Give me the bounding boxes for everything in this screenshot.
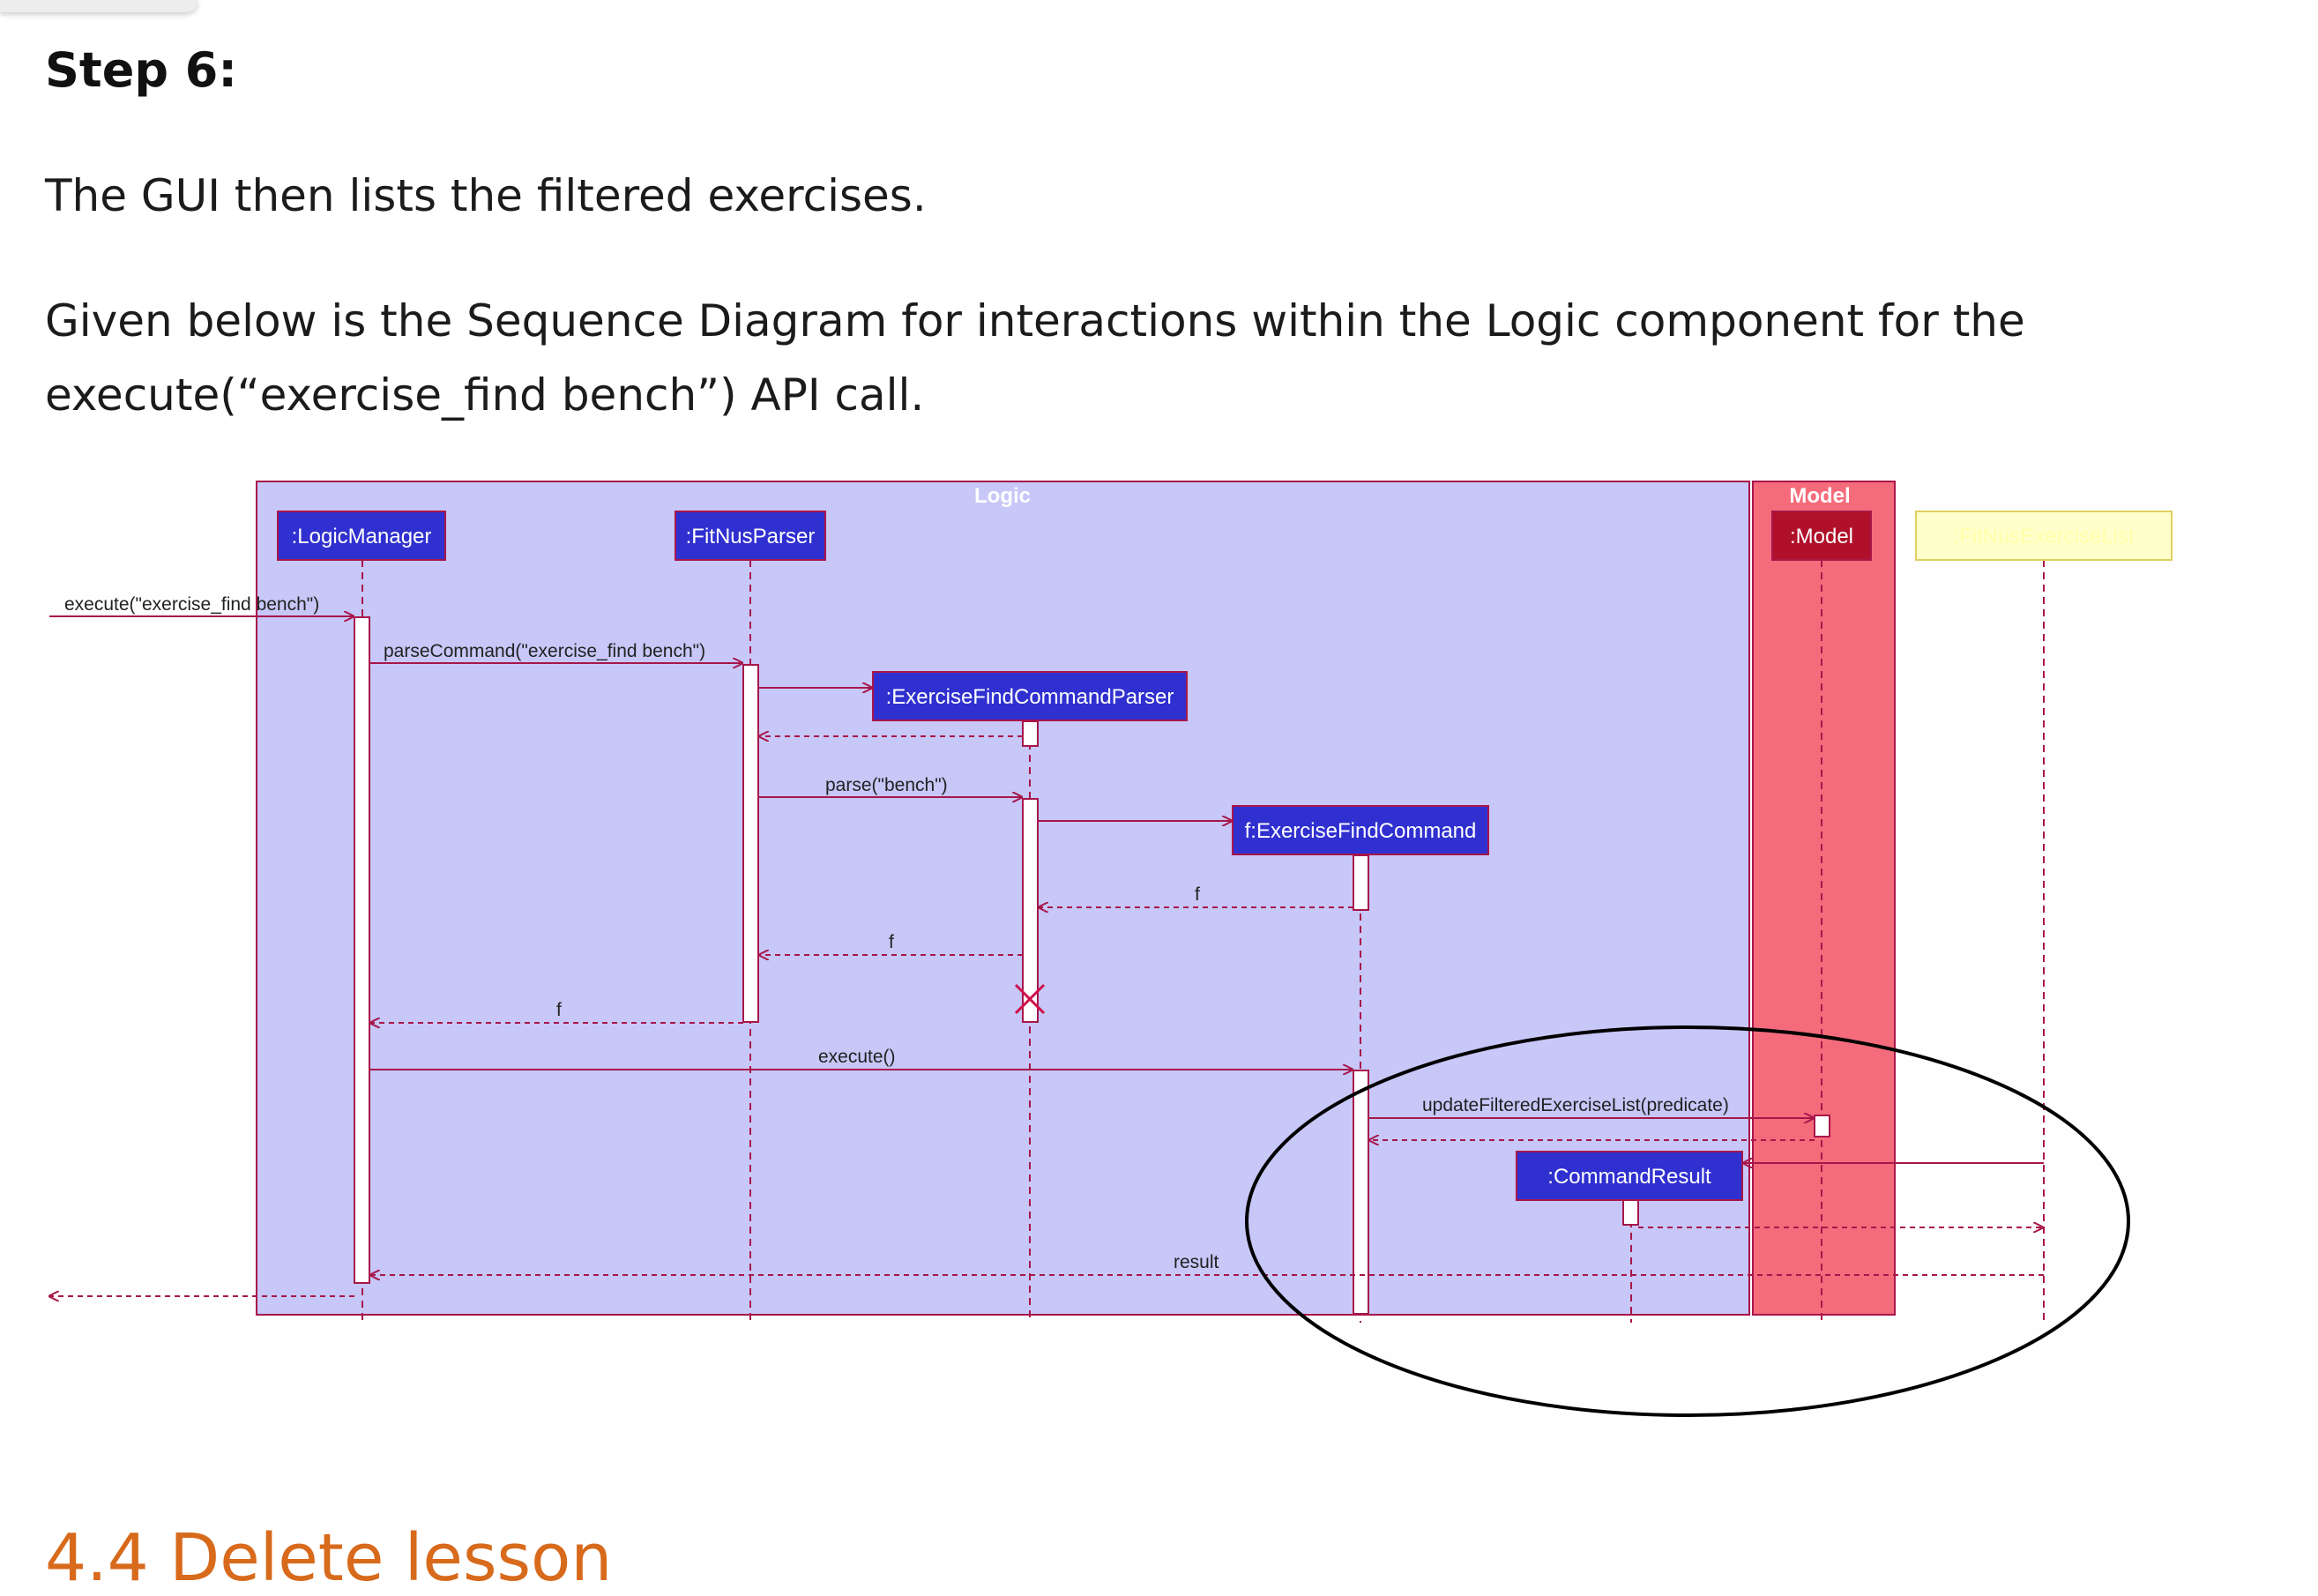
- message-parse: parse("bench"): [825, 775, 948, 795]
- message-return-f-2: f: [889, 932, 894, 952]
- sequence-diagram: Logic Model :LogicManager :FitNusParser …: [42, 476, 2178, 1428]
- participant-find-parser-label: :ExerciseFindCommandParser: [886, 685, 1174, 709]
- participant-find-command-label: f:ExerciseFindCommand: [1245, 819, 1477, 843]
- message-execute: execute(): [818, 1047, 896, 1067]
- description-paragraph: The GUI then lists the filtered exercise…: [45, 170, 927, 221]
- step-title: Step 6:: [45, 42, 237, 98]
- section-heading: 4.4 Delete lesson: [45, 1520, 613, 1596]
- message-result: result: [1174, 1252, 1219, 1272]
- message-update-list: updateFilteredExerciseList(predicate): [1422, 1095, 1729, 1115]
- participant-parser-label: :FitNusParser: [686, 525, 816, 548]
- message-return-f-3: f: [556, 1000, 562, 1020]
- participant-logic-manager-label: :LogicManager: [292, 525, 432, 548]
- top-scroll-indicator: [0, 0, 198, 12]
- message-execute-call: execute("exercise_find bench"): [64, 594, 319, 615]
- model-frame: [1752, 481, 1896, 1316]
- participant-storage-label: :FitNusExerciseList: [1953, 525, 2135, 548]
- message-return-f-1: f: [1195, 884, 1200, 905]
- model-frame-label: Model: [1789, 484, 1850, 508]
- participant-model-label: :Model: [1790, 525, 1853, 548]
- message-parse-command: parseCommand("exercise_find bench"): [384, 641, 705, 661]
- logic-frame-label: Logic: [974, 484, 1031, 508]
- participant-command-result-label: :CommandResult: [1547, 1165, 1711, 1189]
- diagram-intro-paragraph: Given below is the Sequence Diagram for …: [45, 295, 2025, 421]
